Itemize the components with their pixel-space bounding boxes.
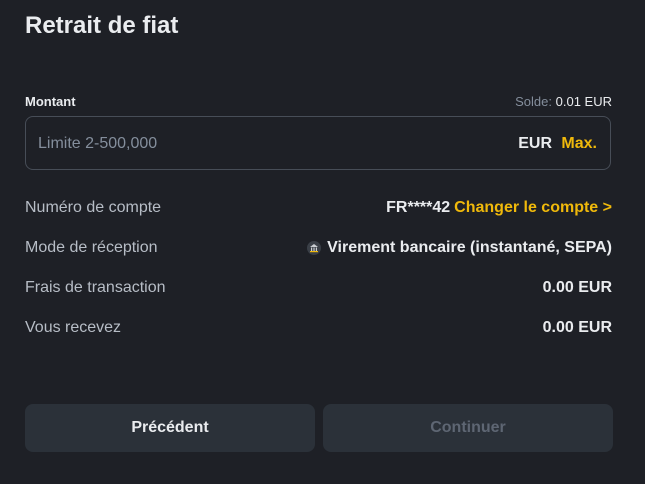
continue-button[interactable]: Continuer <box>323 404 613 452</box>
transaction-fee-label: Frais de transaction <box>25 279 166 296</box>
receive-amount-row: Vous recevez 0.00 EUR <box>25 319 612 347</box>
reception-mode-value: Virement bancaire (instantané, SEPA) <box>327 239 612 256</box>
account-number-label: Numéro de compte <box>25 199 162 216</box>
transaction-fee-row: Frais de transaction 0.00 EUR <box>25 279 612 303</box>
amount-label: Montant <box>25 94 76 109</box>
balance-label: Solde: <box>515 94 552 109</box>
amount-field[interactable]: EUR Max. <box>25 116 611 171</box>
receive-amount-label: Vous recevez <box>25 319 122 336</box>
change-account-link[interactable]: Changer le compte > <box>454 199 612 217</box>
transaction-fee-value: 0.00 EUR <box>542 279 612 296</box>
account-number-value: FR****42 <box>386 199 451 216</box>
page-title: Retrait de fiat <box>25 12 179 39</box>
max-button[interactable]: Max. <box>561 135 597 153</box>
amount-input[interactable] <box>38 117 418 171</box>
previous-button[interactable]: Précédent <box>25 404 315 452</box>
reception-mode-row: Mode de réception Virement bancaire (ins… <box>25 239 612 263</box>
currency-label: EUR <box>518 135 552 152</box>
balance-display: Solde: 0.01 EUR <box>515 94 612 109</box>
account-number-value-group: FR****42 Changer le compte > <box>386 199 612 217</box>
reception-mode-label: Mode de réception <box>25 239 158 256</box>
reception-mode-value-group: Virement bancaire (instantané, SEPA) <box>307 239 612 257</box>
bank-icon <box>307 241 322 255</box>
balance-value: 0.01 EUR <box>555 94 612 109</box>
receive-amount-value: 0.00 EUR <box>542 319 612 336</box>
account-number-row: Numéro de compte FR****42 Changer le com… <box>25 199 612 223</box>
